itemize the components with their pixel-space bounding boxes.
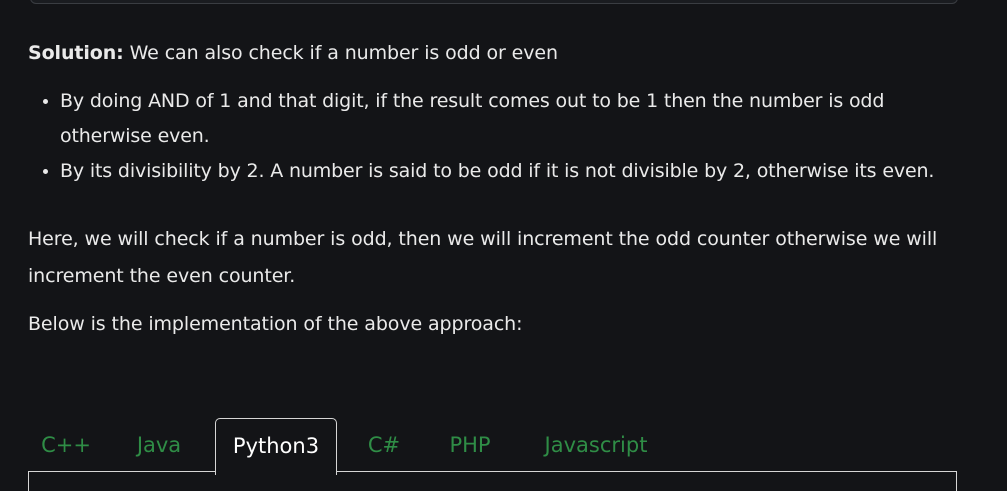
solution-label: Solution: (28, 42, 124, 64)
solution-line: Solution: We can also check if a number … (28, 36, 968, 70)
list-item: By its divisibility by 2. A number is sa… (60, 154, 968, 189)
tab-python3[interactable]: Python3 (215, 418, 337, 475)
code-panel (28, 471, 957, 491)
list-item: By doing AND of 1 and that digit, if the… (60, 84, 968, 154)
tab-php[interactable]: PHP (434, 418, 506, 470)
approach-paragraph: Here, we will check if a number is odd, … (28, 228, 938, 287)
tab-cpp[interactable]: C++ (28, 418, 104, 470)
previous-code-block (30, 0, 958, 4)
solution-points: By doing AND of 1 and that digit, if the… (28, 84, 968, 189)
article-content: Solution: We can also check if a number … (28, 36, 968, 341)
implementation-intro: Below is the implementation of the above… (28, 313, 523, 335)
tab-java[interactable]: Java (122, 418, 196, 470)
tab-csharp[interactable]: C# (354, 418, 414, 470)
tab-underline (28, 471, 957, 472)
language-tabs: C++ Java Python3 C# PHP Javascript (28, 418, 958, 491)
tab-javascript[interactable]: Javascript (526, 418, 666, 470)
solution-text: We can also check if a number is odd or … (123, 42, 558, 64)
